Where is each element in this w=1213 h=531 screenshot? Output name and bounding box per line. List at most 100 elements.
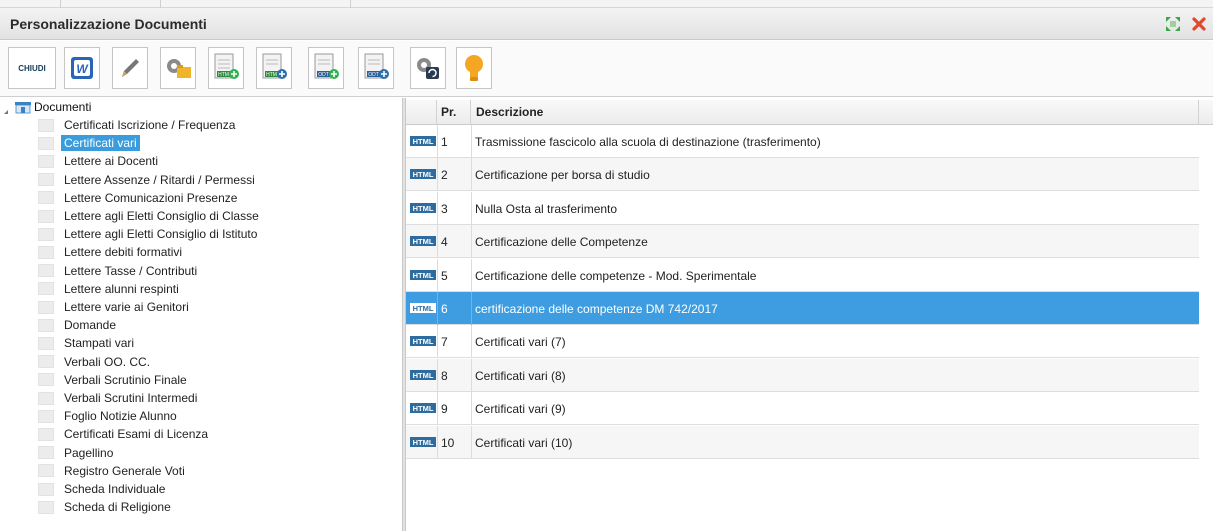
word-button[interactable]: W: [64, 47, 100, 89]
document-leaf-icon: [38, 227, 54, 241]
close-button[interactable]: [1190, 15, 1208, 33]
column-divider: [437, 125, 438, 158]
add-odt-button[interactable]: ODT: [308, 47, 344, 89]
tree-item[interactable]: Lettere varie ai Genitori: [38, 298, 192, 316]
settings-refresh-button[interactable]: [410, 47, 446, 89]
row-description: Certificati vari (9): [475, 402, 566, 417]
tree-item[interactable]: Domande: [38, 316, 119, 334]
table-row[interactable]: HTML 3 Nulla Osta al trasferimento: [406, 191, 1199, 225]
column-divider: [437, 358, 438, 392]
new-odt-icon: ODT: [364, 53, 389, 79]
document-leaf-icon: [38, 264, 54, 278]
edit-button[interactable]: [112, 47, 148, 89]
column-divider: [471, 392, 472, 426]
row-description: Certificazione delle Competenze: [475, 235, 648, 250]
row-pr: 5: [441, 268, 448, 283]
document-tree: Documenti Certificati Iscrizione / Frequ…: [0, 98, 402, 531]
tree-item[interactable]: Lettere debiti formativi: [38, 243, 185, 261]
add-html-icon: HTM: [262, 53, 287, 79]
document-leaf-icon: [38, 245, 54, 259]
table-row[interactable]: HTML 2 Certificazione per borsa di studio: [406, 158, 1199, 192]
tree-item[interactable]: Certificati Esami di Licenza: [38, 425, 211, 443]
column-divider: [471, 292, 472, 325]
table-row[interactable]: HTML 4 Certificazione delle Competenze: [406, 225, 1199, 259]
tree-item[interactable]: Lettere alunni respinti: [38, 280, 182, 298]
gear-folder-button[interactable]: [160, 47, 196, 89]
tree-item[interactable]: Lettere Assenze / Ritardi / Permessi: [38, 171, 258, 189]
tree-item[interactable]: Certificati vari: [38, 134, 140, 152]
add-odt-icon-text: ODT: [318, 72, 329, 78]
tree-item[interactable]: Stampati vari: [38, 334, 137, 352]
tree-item[interactable]: Lettere Comunicazioni Presenze: [38, 189, 240, 207]
add-html-button[interactable]: HTM: [256, 47, 292, 89]
tree-item[interactable]: Foglio Notizie Alunno: [38, 407, 180, 425]
tree-item[interactable]: Lettere ai Docenti: [38, 152, 161, 170]
tree-root[interactable]: Documenti: [0, 100, 120, 116]
document-leaf-icon: [38, 300, 54, 314]
html-file-icon: HTML: [410, 336, 436, 347]
close-icon: [1192, 17, 1206, 31]
html-file-icon-label: HTML: [413, 337, 434, 346]
table-row[interactable]: HTML 10 Certificati vari (10): [406, 425, 1199, 459]
tree-item-label: Certificati Iscrizione / Frequenza: [64, 118, 236, 132]
tree-item-label: Stampati vari: [64, 336, 135, 351]
row-description: Trasmissione fascicolo alla scuola di de…: [475, 135, 821, 149]
tree-item-label: Lettere Comunicazioni Presenze: [64, 190, 238, 205]
tree-item-label: Lettere debiti formativi: [64, 245, 183, 260]
table-row[interactable]: HTML 7 Certificati vari (7): [406, 325, 1199, 359]
tree-item[interactable]: Scheda Individuale: [38, 480, 168, 498]
new-html-icon: HTM: [214, 53, 239, 79]
tree-item[interactable]: Scheda di Religione: [38, 498, 174, 516]
html-file-icon-label: HTML: [413, 371, 434, 380]
new-odt-button[interactable]: ODT: [358, 47, 394, 89]
document-leaf-icon: [38, 154, 54, 168]
tree-item[interactable]: Verbali Scrutinio Finale: [38, 371, 190, 389]
new-html-button[interactable]: HTM: [208, 47, 244, 89]
maximize-button[interactable]: [1164, 15, 1182, 33]
html-file-icon: HTML: [410, 436, 436, 447]
header-descrizione[interactable]: Descrizione: [471, 100, 1199, 124]
tree-item[interactable]: Lettere Tasse / Contributi: [38, 262, 200, 280]
row-pr: 10: [441, 435, 455, 450]
expand-icon: [1166, 17, 1180, 31]
table-row[interactable]: HTML 5 Certificazione delle competenze - M…: [406, 258, 1199, 292]
tree-item[interactable]: Registro Generale Voti: [38, 462, 188, 480]
column-divider: [437, 325, 438, 359]
documents-folder-icon: [15, 102, 31, 114]
column-divider: [471, 125, 472, 158]
tree-root-label: Documenti: [34, 100, 92, 114]
document-leaf-icon: [38, 282, 54, 296]
column-divider: [437, 158, 438, 192]
chiudi-button[interactable]: CHIUDI: [8, 47, 56, 89]
tree-item[interactable]: Verbali OO. CC.: [38, 353, 153, 371]
row-description: Certificati vari (7): [475, 335, 566, 350]
row-pr: 8: [441, 368, 448, 383]
tree-item-label: Verbali Scrutini Intermedi: [64, 391, 198, 405]
header-pr[interactable]: Pr.: [437, 100, 471, 124]
document-leaf-icon: [38, 482, 54, 496]
tree-item-label: Lettere Assenze / Ritardi / Permessi: [64, 172, 255, 187]
tree-item-label: Pagellino: [64, 445, 114, 460]
table-row[interactable]: HTML 8 Certificati vari (8): [406, 358, 1199, 392]
table-row[interactable]: HTML 6 certificazione delle competenze DM …: [406, 292, 1199, 325]
tree-item[interactable]: Pagellino: [38, 444, 116, 462]
documents-grid: Pr. Descrizione HTML 1 Trasmissione fascic…: [406, 98, 1213, 531]
html-file-icon: HTML: [410, 236, 436, 247]
html-file-icon-label: HTML: [413, 271, 434, 280]
html-file-icon: HTML: [410, 136, 436, 146]
lightbulb-button[interactable]: [456, 47, 492, 89]
table-row[interactable]: HTML 9 Certificati vari (9): [406, 392, 1199, 426]
tree-item[interactable]: Lettere agli Eletti Consiglio di Classe: [38, 207, 262, 225]
column-divider: [437, 225, 438, 259]
grid-header: Pr. Descrizione: [406, 100, 1213, 125]
grid-scrollbar[interactable]: [1199, 125, 1213, 531]
tree-item[interactable]: Certificati Iscrizione / Frequenza: [38, 116, 238, 134]
add-odt-icon: ODT: [314, 53, 339, 79]
top-tab-strip: [0, 0, 1213, 8]
header-type-column[interactable]: [406, 100, 437, 124]
table-row[interactable]: HTML 1 Trasmissione fascicolo alla scuola …: [406, 125, 1199, 158]
collapse-arrow-icon[interactable]: [4, 110, 8, 114]
tree-item[interactable]: Lettere agli Eletti Consiglio di Istitut…: [38, 225, 260, 243]
tree-item-label: Lettere agli Eletti Consiglio di Istitut…: [64, 227, 258, 242]
tree-item[interactable]: Verbali Scrutini Intermedi: [38, 389, 200, 407]
